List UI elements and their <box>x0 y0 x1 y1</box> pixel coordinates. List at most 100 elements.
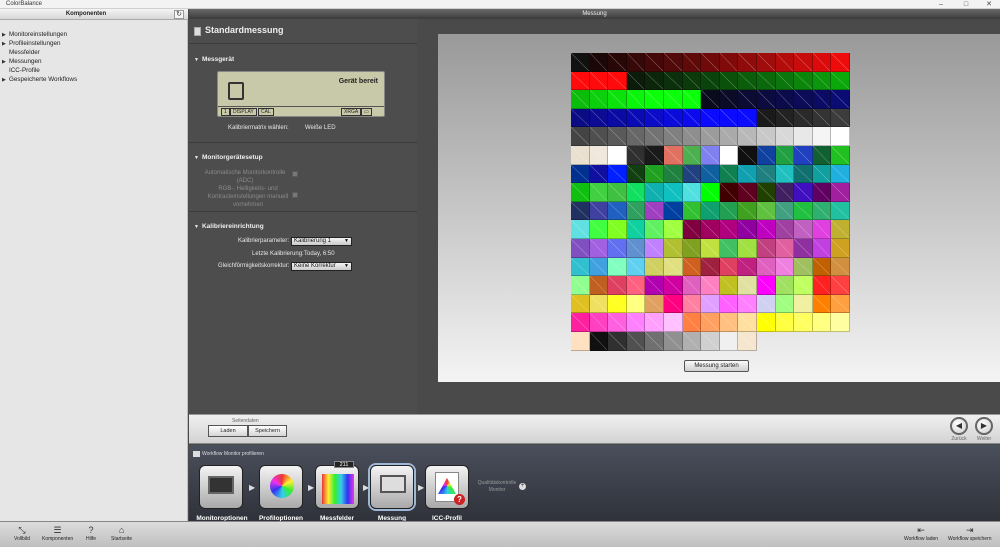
color-patch <box>571 127 590 146</box>
color-patch <box>812 220 832 239</box>
color-patch <box>608 332 627 351</box>
color-patch <box>794 108 813 128</box>
color-patch <box>626 90 646 109</box>
color-patch <box>794 53 813 72</box>
color-patch <box>794 313 813 332</box>
color-patch <box>701 257 720 277</box>
uniformity-select[interactable]: Keine Korrektur ▼ <box>291 262 352 271</box>
color-patch <box>608 183 627 202</box>
fullscreen-icon: ⤡ <box>18 525 26 535</box>
matrix-value[interactable]: Weiße LED <box>305 125 336 131</box>
collapse-arrow-icon[interactable]: ▼ <box>194 224 199 230</box>
color-patch <box>645 313 664 332</box>
color-patch <box>701 164 720 184</box>
load-button[interactable]: Laden <box>208 425 248 437</box>
back-arrow-icon[interactable]: ◀ <box>950 417 968 435</box>
collapse-arrow-icon[interactable]: ▼ <box>194 155 199 161</box>
color-patch <box>831 257 850 277</box>
refresh-icon[interactable]: ↻ <box>174 10 184 19</box>
color-patch <box>831 53 850 72</box>
title-bar: ColorBalance – □ ✕ <box>0 0 1000 9</box>
monitor-options-icon[interactable] <box>199 465 243 509</box>
color-patch <box>571 201 590 221</box>
save-workflow-button[interactable]: ⇥ Workflow speichern <box>948 525 992 542</box>
color-patch <box>812 127 832 146</box>
display-icon: ▭ <box>361 108 372 116</box>
components-button[interactable]: ☰ Komponenten <box>42 525 73 542</box>
minimize-button[interactable]: – <box>930 0 952 9</box>
color-patch <box>682 127 702 146</box>
color-patch <box>757 146 776 165</box>
color-patch <box>626 127 646 146</box>
load-workflow-button[interactable]: ⇤ Workflow laden <box>904 525 938 542</box>
home-button[interactable]: ⌂ Startseite <box>111 525 132 542</box>
color-patch <box>645 53 664 72</box>
color-patch <box>608 146 627 165</box>
color-patch <box>738 239 757 258</box>
add-step-icon[interactable]: + <box>519 483 526 490</box>
section-monitorgeraetesetup[interactable]: ▼ Monitorgerätesetup <box>194 154 263 161</box>
color-patch <box>626 183 646 202</box>
color-patch <box>608 239 627 258</box>
color-patch <box>812 201 832 221</box>
auto-control-checkbox[interactable] <box>292 171 298 177</box>
maximize-button[interactable]: □ <box>955 0 977 9</box>
color-patch <box>682 146 702 165</box>
section-messgeraet[interactable]: ▼ Messgerät <box>194 56 234 63</box>
chevron-down-icon: ▼ <box>344 263 349 269</box>
color-patch <box>757 108 776 128</box>
lcd-tag-bar: 1 DISPLAY CAL XRGA ▭ <box>218 106 384 117</box>
expand-arrow-icon[interactable]: ▶ <box>2 76 9 85</box>
color-patch <box>701 294 720 314</box>
color-patch <box>738 108 757 128</box>
color-patch-grid <box>571 53 850 351</box>
color-patch <box>719 332 739 351</box>
color-patch <box>831 201 850 221</box>
color-patch <box>571 53 590 72</box>
sidebar-item-icc-profile[interactable]: ICC-Profile <box>2 66 40 75</box>
patches-icon[interactable] <box>315 465 359 509</box>
color-patch <box>645 201 664 221</box>
quality-control-step[interactable]: Qualitätskontrolle Monitor <box>474 480 520 494</box>
color-patch <box>701 90 720 109</box>
color-patch <box>775 257 795 277</box>
color-patch <box>701 127 720 146</box>
color-patch <box>775 201 795 221</box>
help-icon: ? <box>88 525 94 535</box>
help-button[interactable]: ? Hilfe <box>86 525 96 542</box>
sidebar-item-label: Gespeicherte Workflows <box>9 76 78 83</box>
profile-options-icon[interactable] <box>259 465 303 509</box>
lcd-tag: CAL <box>258 108 274 116</box>
start-measurement-button[interactable]: Messung starten <box>684 360 749 372</box>
color-patch <box>831 183 850 202</box>
color-patch <box>571 257 590 277</box>
next-arrow-icon[interactable]: ▶ <box>975 417 993 435</box>
chevron-down-icon: ▼ <box>344 238 349 244</box>
collapse-arrow-icon[interactable]: ▼ <box>194 57 199 63</box>
color-patch <box>626 332 646 351</box>
color-patch <box>608 257 627 277</box>
color-patch <box>589 71 609 91</box>
color-patch <box>571 71 590 91</box>
save-button[interactable]: Speichern <box>248 425 287 437</box>
fullscreen-button[interactable]: ⤡ Vollbild <box>14 525 30 542</box>
close-button[interactable]: ✕ <box>978 0 1000 9</box>
color-patch <box>794 220 813 239</box>
color-patch <box>719 239 739 258</box>
color-patch <box>812 164 832 184</box>
color-patch <box>664 201 683 221</box>
color-patch <box>589 146 609 165</box>
color-patch <box>738 164 757 184</box>
color-patch <box>682 220 702 239</box>
section-kalibriereinrichtung[interactable]: ▼ Kalibriereinrichtung <box>194 223 264 230</box>
color-patch <box>701 276 720 295</box>
color-patch <box>719 276 739 295</box>
manual-rgb-checkbox[interactable] <box>292 192 298 198</box>
measurement-icon[interactable] <box>370 465 414 509</box>
calib-param-select[interactable]: Kalibrierung 1 ▼ <box>291 237 352 246</box>
sidebar-item-gespeicherte-workflows[interactable]: ▶ Gespeicherte Workflows <box>2 75 77 85</box>
sidebar-item-messfelder[interactable]: Messfelder <box>2 48 40 57</box>
quality-control-label: Qualitätskontrolle <box>477 480 517 486</box>
toolbar-label: Startseite <box>111 536 133 542</box>
color-patch <box>738 294 757 314</box>
